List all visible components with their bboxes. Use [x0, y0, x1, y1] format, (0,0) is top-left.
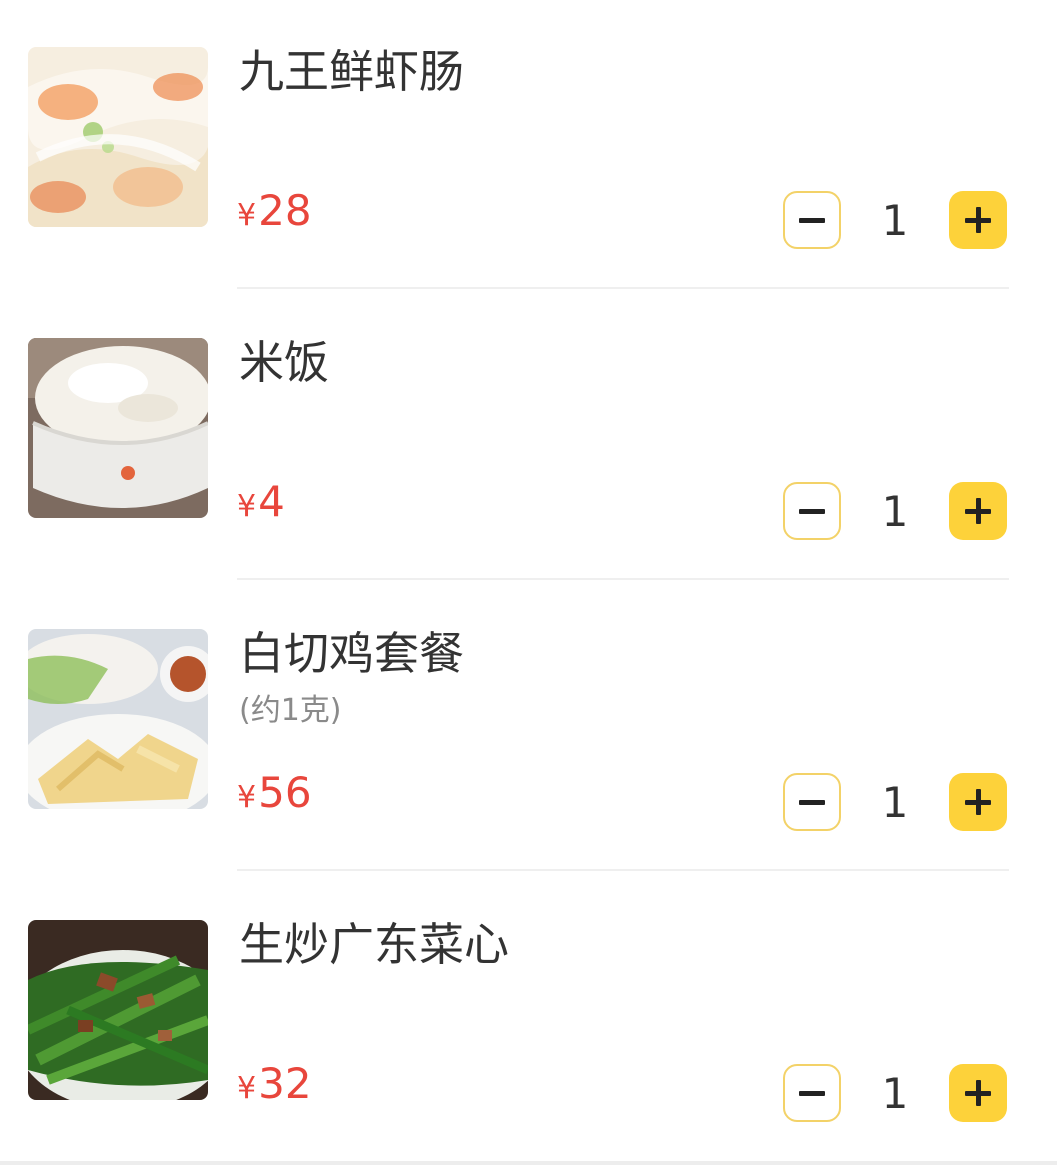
cart-item: 米饭 ¥4 1: [0, 291, 1057, 582]
decrease-button[interactable]: [783, 773, 841, 831]
minus-icon: [799, 508, 825, 514]
quantity-stepper: 1: [783, 773, 1009, 833]
minus-icon: [799, 799, 825, 805]
decrease-button[interactable]: [783, 1064, 841, 1122]
currency-symbol: ¥: [237, 198, 257, 233]
item-divider: [237, 578, 1009, 580]
plus-icon: [949, 1064, 1007, 1122]
currency-symbol: ¥: [237, 1071, 257, 1106]
bottom-divider: [0, 1161, 1057, 1165]
increase-button[interactable]: [949, 191, 1007, 249]
item-name: 生炒广东菜心: [239, 918, 510, 971]
decrease-button[interactable]: [783, 191, 841, 249]
currency-symbol: ¥: [237, 489, 257, 524]
cart-item: 九王鲜虾肠 ¥28 1: [0, 0, 1057, 291]
decrease-button[interactable]: [783, 482, 841, 540]
plus-icon: [949, 482, 1007, 540]
item-price: ¥56: [237, 767, 312, 828]
price-value: 28: [258, 186, 312, 235]
cart-item: 生炒广东菜心 ¥32 1: [0, 873, 1057, 1164]
item-name: 九王鲜虾肠: [239, 45, 465, 98]
quantity-value: 1: [881, 778, 909, 827]
cart-item-list: 九王鲜虾肠 ¥28 1 米饭 ¥4 1 白切鸡套餐 (约1克) ¥56 1 生炒…: [0, 0, 1057, 1173]
quantity-value: 1: [881, 196, 909, 245]
rice-bowl-image: [28, 338, 208, 518]
item-divider: [237, 869, 1009, 871]
item-divider: [237, 287, 1009, 289]
item-price: ¥28: [237, 185, 312, 246]
increase-button[interactable]: [949, 1064, 1007, 1122]
currency-symbol: ¥: [237, 780, 257, 815]
item-price: ¥4: [237, 476, 285, 537]
quantity-value: 1: [881, 487, 909, 536]
plus-icon: [949, 773, 1007, 831]
minus-icon: [799, 217, 825, 223]
item-spec: (约1克): [239, 693, 342, 728]
price-value: 32: [258, 1059, 312, 1108]
quantity-stepper: 1: [783, 1064, 1009, 1124]
cart-item: 白切鸡套餐 (约1克) ¥56 1: [0, 582, 1057, 873]
minus-icon: [799, 1090, 825, 1096]
item-name: 米饭: [239, 336, 330, 389]
price-value: 56: [258, 768, 312, 817]
item-price: ¥32: [237, 1058, 312, 1119]
quantity-stepper: 1: [783, 191, 1009, 251]
increase-button[interactable]: [949, 482, 1007, 540]
increase-button[interactable]: [949, 773, 1007, 831]
quantity-stepper: 1: [783, 482, 1009, 542]
quantity-value: 1: [881, 1069, 909, 1118]
stir-fried-choy-sum-image: [28, 920, 208, 1100]
price-value: 4: [258, 477, 285, 526]
plus-icon: [949, 191, 1007, 249]
white-cut-chicken-image: [28, 629, 208, 809]
shrimp-rice-roll-image: [28, 47, 208, 227]
item-name: 白切鸡套餐: [239, 627, 465, 680]
